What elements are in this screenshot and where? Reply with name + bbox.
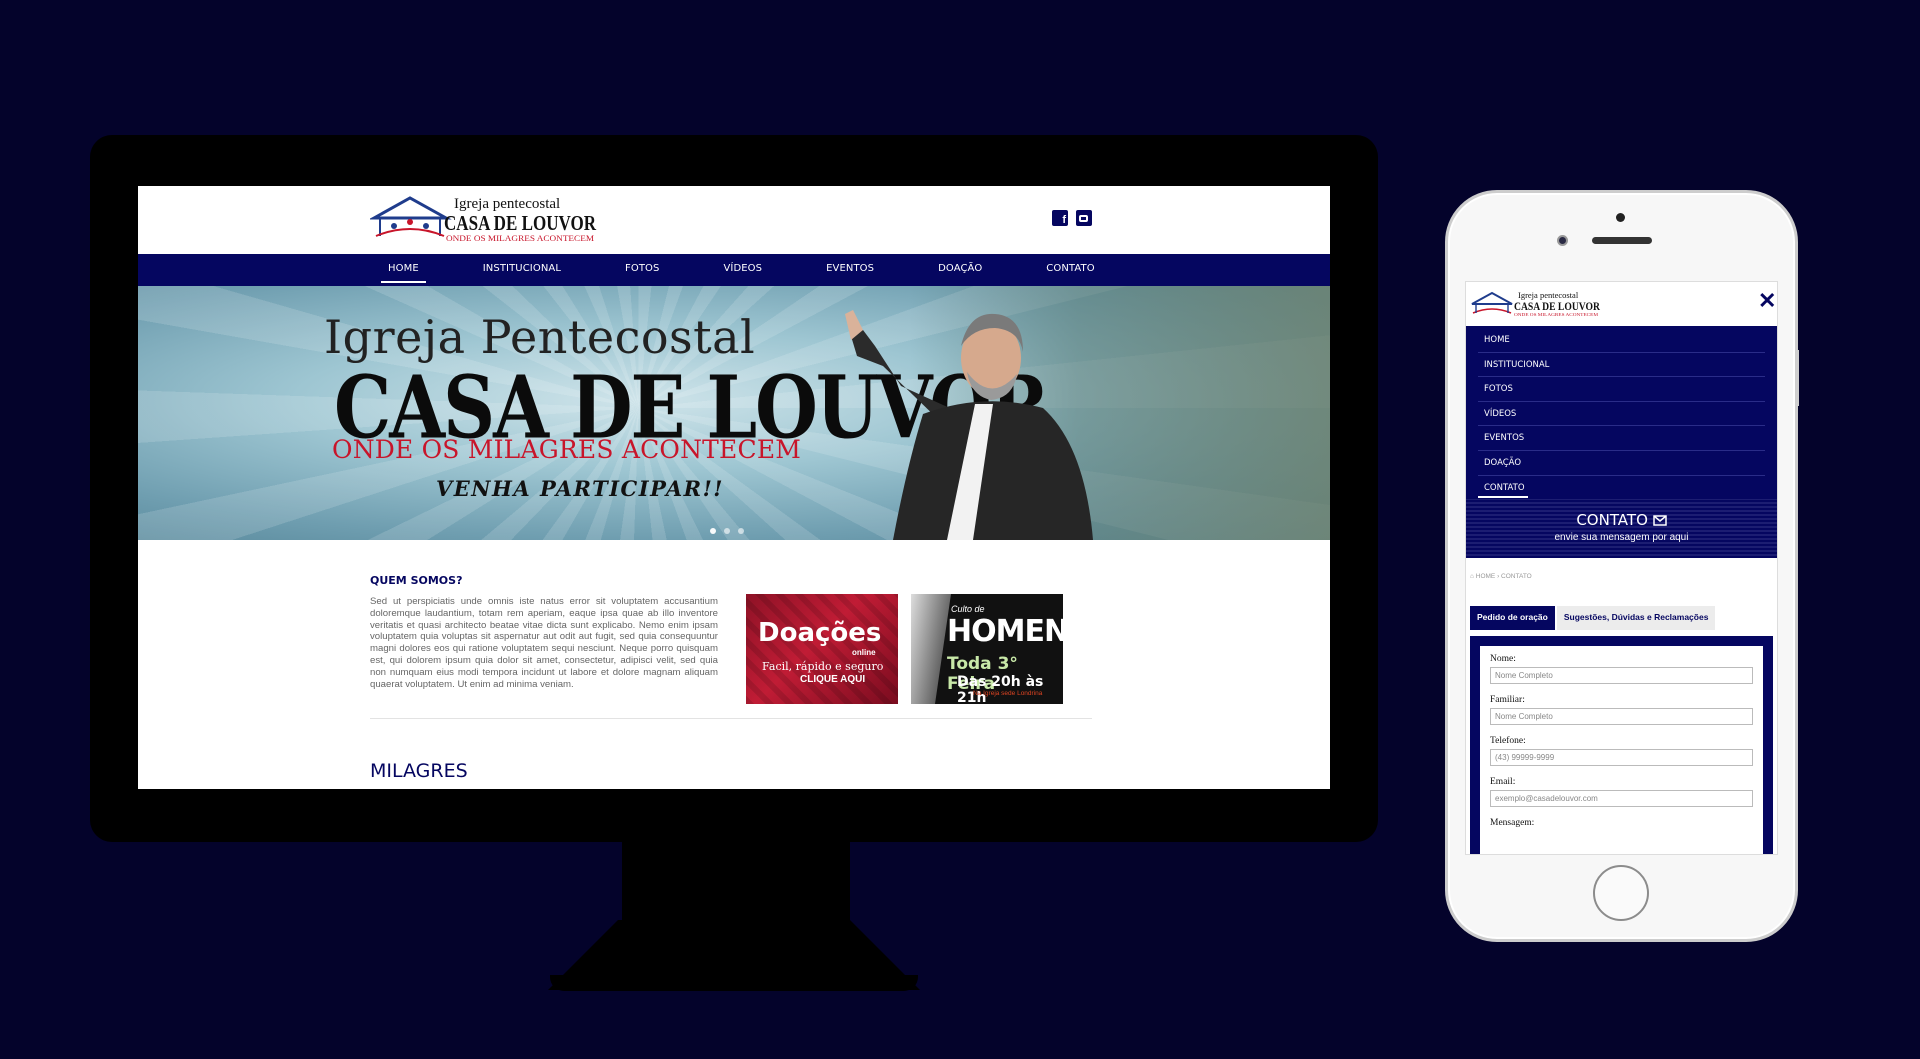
nav-item-fotos[interactable]: FOTOS: [625, 254, 659, 286]
monitor-stand-foot: [550, 975, 918, 991]
site-header: Igreja pentecostal CASA DE LOUVOR ONDE O…: [138, 186, 1330, 254]
telefone-label: Telefone:: [1490, 736, 1526, 746]
contact-subtitle: envie sua mensagem por aqui: [1554, 532, 1689, 543]
home-icon: ⌂: [1470, 573, 1474, 580]
men-banner-time: Das 20h às 21h: [957, 674, 1044, 704]
main-nav: HOME INSTITUCIONAL FOTOS VÍDEOS EVENTOS …: [138, 254, 1330, 286]
hero-slider[interactable]: Igreja Pentecostal CASA DE LOUVOR ONDE O…: [138, 286, 1330, 540]
svg-text:CASA DE LOUVOR: CASA DE LOUVOR: [444, 211, 597, 235]
contact-title: CONTATO: [1576, 511, 1648, 529]
mobile-nav-fotos[interactable]: FOTOS: [1478, 377, 1765, 402]
donation-banner-cta: CLIQUE AQUI: [800, 674, 866, 685]
tab-pedido-de-oracao[interactable]: Pedido de oração: [1470, 606, 1555, 630]
donation-banner-sub: online: [852, 648, 876, 657]
slider-dot-3[interactable]: [738, 528, 744, 534]
contact-tabs: Pedido de oração Sugestões, Dúvidas e Re…: [1466, 606, 1777, 630]
tab-sugestoes[interactable]: Sugestões, Dúvidas e Reclamações: [1556, 606, 1716, 630]
phone-side-button: [1796, 350, 1799, 406]
mobile-nav-menu: HOME INSTITUCIONAL FOTOS VÍDEOS EVENTOS …: [1466, 326, 1777, 499]
hero-tagline: ONDE OS MILAGRES ACONTECEM: [332, 435, 802, 464]
mobile-nav-videos[interactable]: VÍDEOS: [1478, 402, 1765, 427]
suit-tie-image: [911, 594, 951, 704]
social-links: f: [1052, 210, 1092, 226]
svg-text:CASA DE LOUVOR: CASA DE LOUVOR: [1514, 299, 1600, 313]
nav-item-eventos[interactable]: EVENTOS: [826, 254, 874, 286]
facebook-icon[interactable]: f: [1052, 210, 1068, 226]
mobile-nav-home[interactable]: HOME: [1478, 328, 1765, 353]
nav-item-videos[interactable]: VÍDEOS: [723, 254, 762, 286]
hero-call-to-action: VENHA PARTICIPAR!!: [436, 476, 725, 501]
breadcrumb: ⌂ HOME › CONTATO: [1466, 558, 1777, 596]
breadcrumb-home[interactable]: HOME: [1476, 573, 1496, 580]
phone-camera-icon: [1557, 235, 1568, 246]
mobile-church-logo[interactable]: Igreja pentecostal CASA DE LOUVOR ONDE O…: [1470, 289, 1604, 319]
donation-banner-desc: Facil, rápido e seguro: [762, 660, 884, 673]
slider-dot-1[interactable]: [710, 528, 716, 534]
donation-banner-title: Doações: [758, 618, 882, 648]
nav-item-institucional[interactable]: INSTITUCIONAL: [483, 254, 561, 286]
men-service-banner[interactable]: Culto de HOMENS Toda 3° Feira Das 20h às…: [911, 594, 1063, 704]
church-logo[interactable]: Igreja pentecostal CASA DE LOUVOR ONDE O…: [370, 192, 600, 246]
email-input[interactable]: exemplo@casadelouvor.com: [1490, 790, 1753, 807]
email-label: Email:: [1490, 777, 1516, 787]
slider-dot-2[interactable]: [724, 528, 730, 534]
mobile-nav-institucional[interactable]: INSTITUCIONAL: [1478, 353, 1765, 378]
breadcrumb-separator-icon: ›: [1497, 573, 1500, 580]
youtube-icon[interactable]: [1076, 210, 1092, 226]
nav-item-home[interactable]: HOME: [381, 254, 426, 286]
phone-speaker: [1592, 237, 1652, 244]
familiar-label: Familiar:: [1490, 695, 1525, 705]
logo-house-icon: [370, 196, 452, 237]
nome-label: Nome:: [1490, 654, 1516, 664]
men-banner-pre: Culto de: [951, 604, 985, 614]
close-menu-icon[interactable]: ✕: [1758, 290, 1776, 312]
main-content: QUEM SOMOS? Sed ut perspiciatis unde omn…: [138, 540, 1330, 789]
mobile-header: Igreja pentecostal CASA DE LOUVOR ONDE O…: [1466, 282, 1777, 326]
logo-house-icon: [1471, 291, 1513, 314]
svg-text:ONDE OS MILAGRES ACONTECEM: ONDE OS MILAGRES ACONTECEM: [446, 233, 594, 243]
monitor-stand-neck: [622, 842, 850, 922]
mobile-nav-eventos[interactable]: EVENTOS: [1478, 426, 1765, 451]
milagres-title: MILAGRES: [370, 760, 468, 782]
nav-item-doacao[interactable]: DOAÇÃO: [938, 254, 982, 286]
mobile-nav-contato[interactable]: CONTATO: [1478, 476, 1765, 501]
contact-banner: CONTATO envie sua mensagem por aqui: [1466, 499, 1777, 558]
phone-proximity-sensor: [1616, 213, 1625, 222]
hero-pastor-image: [845, 310, 1093, 540]
about-text: Sed ut perspiciatis unde omnis iste natu…: [370, 596, 718, 690]
form-body: Nome: Nome Completo Familiar: Nome Compl…: [1480, 646, 1763, 854]
mobile-nav-doacao[interactable]: DOAÇÃO: [1478, 451, 1765, 476]
section-divider: [370, 718, 1092, 719]
familiar-input[interactable]: Nome Completo: [1490, 708, 1753, 725]
men-banner-title: HOMENS: [947, 614, 1063, 649]
prayer-request-form: Nome: Nome Completo Familiar: Nome Compl…: [1470, 636, 1773, 854]
telefone-input[interactable]: (43) 99999-9999: [1490, 749, 1753, 766]
nome-input[interactable]: Nome Completo: [1490, 667, 1753, 684]
contact-title-row: CONTATO: [1466, 511, 1777, 529]
svg-text:ONDE OS MILAGRES ACONTECEM: ONDE OS MILAGRES ACONTECEM: [1514, 312, 1598, 317]
desktop-screen: Igreja pentecostal CASA DE LOUVOR ONDE O…: [138, 186, 1330, 789]
envelope-icon: [1652, 515, 1667, 526]
about-title: QUEM SOMOS?: [370, 574, 463, 587]
breadcrumb-current: CONTATO: [1501, 573, 1532, 580]
phone-home-button[interactable]: [1593, 865, 1649, 921]
svg-text:Igreja pentecostal: Igreja pentecostal: [454, 196, 560, 212]
donation-banner[interactable]: Doações online Facil, rápido e seguro CL…: [746, 594, 898, 704]
mensagem-label: Mensagem:: [1490, 818, 1535, 828]
mobile-screen: Igreja pentecostal CASA DE LOUVOR ONDE O…: [1465, 281, 1778, 855]
men-banner-place: Na Igreja sede Londrina: [973, 690, 1043, 697]
nav-item-contato[interactable]: CONTATO: [1046, 254, 1094, 286]
slider-dots: [710, 528, 744, 534]
